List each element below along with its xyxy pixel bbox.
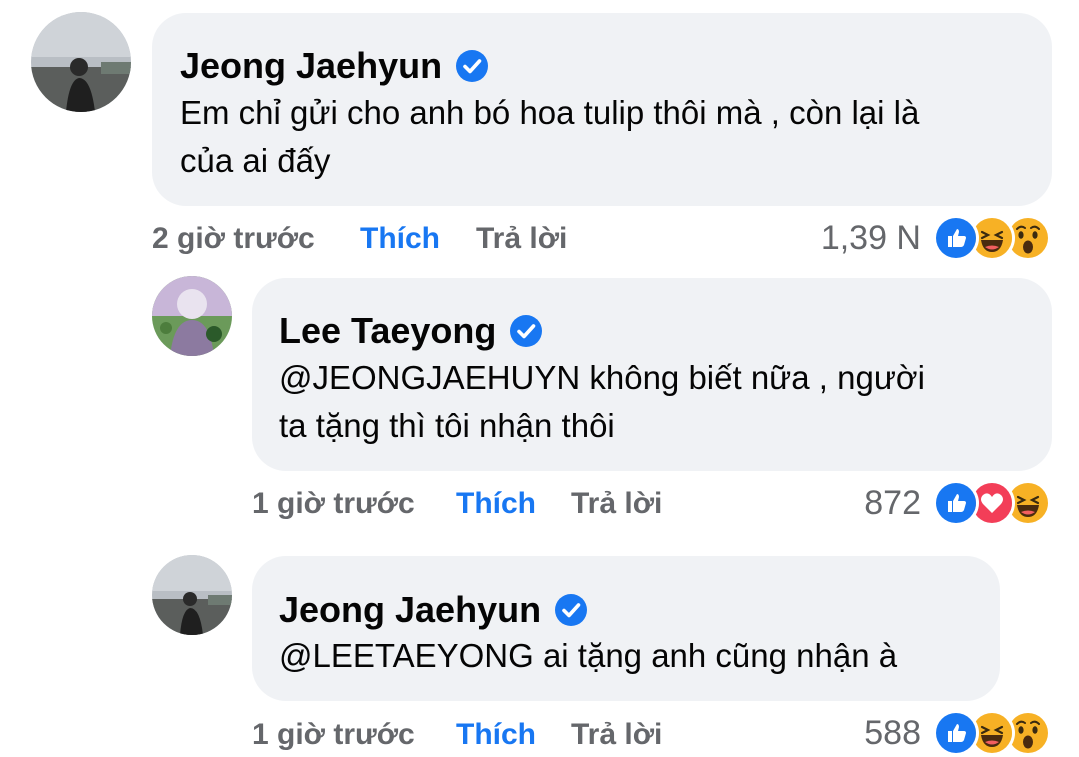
avatar[interactable] [152,555,232,635]
reaction-summary[interactable] [936,483,1048,523]
like-button[interactable]: Thích [360,222,440,256]
like-button[interactable]: Thích [456,487,536,521]
avatar[interactable] [31,12,131,112]
reaction-count[interactable]: 588 [864,714,921,753]
reaction-count[interactable]: 872 [864,484,921,523]
like-icon [936,483,976,523]
comment-text-line: Em chỉ gửi cho anh bó hoa tulip thôi mà … [180,94,920,131]
comment-author[interactable]: Jeong Jaehyun [279,589,588,631]
comment-text-line: @JEONGJAEHUYN không biết nữa , người [279,359,925,396]
reply-button[interactable]: Trả lời [476,222,567,256]
comment-text-line: của ai đấy [180,142,331,179]
like-icon [936,218,976,258]
haha-icon [1008,483,1048,523]
verified-badge-icon [510,315,543,347]
verified-badge-icon [456,50,489,82]
comment-author[interactable]: Jeong Jaehyun [180,45,489,87]
haha-icon [972,713,1012,753]
love-icon [972,483,1012,523]
reaction-summary[interactable] [936,218,1048,258]
reaction-count[interactable]: 1,39 N [821,219,921,258]
comment-timestamp[interactable]: 2 giờ trước [152,222,315,256]
haha-icon [972,218,1012,258]
wow-icon [1008,713,1048,753]
reply-button[interactable]: Trả lời [571,487,662,521]
comment-timestamp[interactable]: 1 giờ trước [252,487,415,521]
wow-icon [1008,218,1048,258]
avatar[interactable] [152,276,232,356]
comment-timestamp[interactable]: 1 giờ trước [252,718,415,752]
reply-button[interactable]: Trả lời [571,718,662,752]
comment-author[interactable]: Lee Taeyong [279,310,543,352]
like-button[interactable]: Thích [456,718,536,752]
comment-text-line: @LEETAEYONG ai tặng anh cũng nhận à [279,637,898,674]
reaction-summary[interactable] [936,713,1048,753]
verified-badge-icon [555,594,588,626]
like-icon [936,713,976,753]
comment-text-line: ta tặng thì tôi nhận thôi [279,407,615,444]
